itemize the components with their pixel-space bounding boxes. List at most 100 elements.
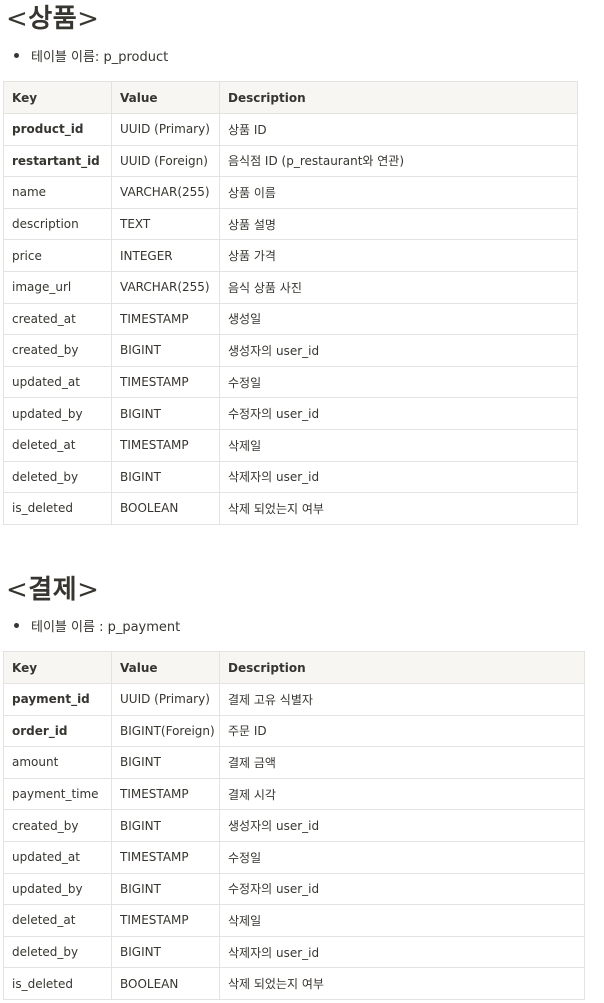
- product-table-name-bullet: 테이블 이름: p_product: [12, 49, 168, 67]
- cell-key: deleted_by: [3, 460, 112, 494]
- column-header-value: Value: [111, 651, 220, 684]
- table-row: payment_time TIMESTAMP 결제 시각: [3, 777, 585, 811]
- cell-key: created_by: [3, 334, 112, 367]
- cell-value: BIGINT: [111, 460, 220, 494]
- table-row: created_at TIMESTAMP 생성일: [3, 302, 578, 336]
- table-row: deleted_by BIGINT 삭제자의 user_id: [3, 460, 578, 494]
- cell-key: created_at: [3, 302, 112, 336]
- table-row: description TEXT 상품 설명: [3, 207, 578, 241]
- cell-value: BIGINT: [111, 809, 220, 842]
- cell-key: updated_at: [3, 365, 112, 399]
- cell-value: BIGINT(Foreign): [111, 714, 220, 748]
- product-table-name-text: 테이블 이름: p_product: [31, 50, 169, 65]
- cell-description: 생성자의 user_id: [219, 809, 585, 842]
- cell-description: 수정일: [219, 840, 585, 874]
- table-row: updated_at TIMESTAMP 수정일: [3, 365, 578, 399]
- column-header-description: Description: [219, 651, 585, 684]
- table-row: deleted_by BIGINT 삭제자의 user_id: [3, 935, 585, 969]
- cell-key: created_by: [3, 809, 112, 842]
- payment-table-name-text: 테이블 이름 : p_payment: [31, 620, 181, 635]
- cell-value: TIMESTAMP: [111, 777, 220, 811]
- cell-description: 삭제자의 user_id: [219, 460, 578, 494]
- heading-open-bracket: <: [6, 4, 29, 34]
- cell-value: BIGINT: [111, 397, 220, 430]
- cell-key: description: [3, 207, 112, 241]
- heading-close-bracket: >: [77, 575, 100, 605]
- bullet-dot-icon: [14, 53, 19, 58]
- cell-description: 주문 ID: [219, 714, 585, 748]
- cell-value: BIGINT: [111, 935, 220, 969]
- table-row: is_deleted BOOLEAN 삭제 되었는지 여부: [3, 967, 585, 1000]
- table-row: name VARCHAR(255) 상품 이름: [3, 176, 578, 209]
- table-row: updated_by BIGINT 수정자의 user_id: [3, 397, 578, 430]
- column-header-key: Key: [3, 81, 112, 114]
- cell-key: image_url: [3, 270, 112, 304]
- cell-value: TEXT: [111, 207, 220, 241]
- cell-key: name: [3, 176, 112, 209]
- cell-value: TIMESTAMP: [111, 904, 220, 937]
- cell-description: 결제 고유 식별자: [219, 683, 585, 716]
- cell-key: updated_at: [3, 840, 112, 874]
- cell-value: TIMESTAMP: [111, 428, 220, 462]
- table-row: updated_at TIMESTAMP 수정일: [3, 840, 585, 874]
- cell-description: 수정자의 user_id: [219, 397, 578, 430]
- cell-key: price: [3, 239, 112, 272]
- bullet-dot-icon: [14, 623, 19, 628]
- payment-table: Key Value Description payment_id UUID (Pr…: [3, 651, 585, 1000]
- table-row: payment_id UUID (Primary) 결제 고유 식별자: [3, 683, 585, 716]
- cell-key: payment_time: [3, 777, 112, 811]
- table-row: created_by BIGINT 생성자의 user_id: [3, 809, 585, 842]
- heading-close-bracket: >: [77, 4, 100, 34]
- table-row: deleted_at TIMESTAMP 삭제일: [3, 904, 585, 937]
- product-table-header-row: Key Value Description: [3, 81, 578, 114]
- cell-description: 상품 이름: [219, 176, 578, 209]
- cell-description: 수정자의 user_id: [219, 872, 585, 906]
- cell-description: 생성자의 user_id: [219, 334, 578, 367]
- product-table: Key Value Description product_id UUID (Pr…: [3, 81, 578, 525]
- table-row: price INTEGER 상품 가격: [3, 239, 578, 272]
- column-header-description: Description: [219, 81, 578, 114]
- cell-key: is_deleted: [3, 492, 112, 525]
- table-row: created_by BIGINT 생성자의 user_id: [3, 334, 578, 367]
- cell-value: UUID (Primary): [111, 683, 220, 716]
- payment-table-header-row: Key Value Description: [3, 651, 585, 684]
- cell-description: 상품 ID: [219, 113, 578, 146]
- cell-key: order_id: [3, 714, 112, 748]
- cell-value: BIGINT: [111, 334, 220, 367]
- cell-value: BIGINT: [111, 746, 220, 779]
- cell-key: updated_by: [3, 397, 112, 430]
- cell-value: TIMESTAMP: [111, 840, 220, 874]
- cell-description: 삭제 되었는지 여부: [219, 967, 585, 1000]
- column-header-key: Key: [3, 651, 112, 684]
- cell-description: 상품 가격: [219, 239, 578, 272]
- product-heading: <상품>: [6, 2, 99, 36]
- cell-value: UUID (Primary): [111, 113, 220, 146]
- cell-key: deleted_at: [3, 904, 112, 937]
- cell-key: deleted_by: [3, 935, 112, 969]
- cell-description: 결제 시각: [219, 777, 585, 811]
- cell-description: 결제 금액: [219, 746, 585, 779]
- cell-key: restartant_id: [3, 144, 112, 178]
- cell-value: UUID (Foreign): [111, 144, 220, 178]
- cell-description: 삭제 되었는지 여부: [219, 492, 578, 525]
- payment-heading: <결제>: [6, 573, 99, 607]
- table-row: deleted_at TIMESTAMP 삭제일: [3, 428, 578, 462]
- cell-description: 상품 설명: [219, 207, 578, 241]
- cell-value: BIGINT: [111, 872, 220, 906]
- table-row: product_id UUID (Primary) 상품 ID: [3, 113, 578, 146]
- cell-key: payment_id: [3, 683, 112, 716]
- heading-title: 상품: [28, 4, 78, 34]
- cell-key: amount: [3, 746, 112, 779]
- cell-description: 삭제일: [219, 428, 578, 462]
- cell-description: 삭제일: [219, 904, 585, 937]
- cell-value: VARCHAR(255): [111, 270, 220, 304]
- cell-description: 음식점 ID (p_restaurant와 연관): [219, 144, 578, 178]
- cell-key: is_deleted: [3, 967, 112, 1000]
- cell-value: VARCHAR(255): [111, 176, 220, 209]
- table-row: order_id BIGINT(Foreign) 주문 ID: [3, 714, 585, 748]
- heading-open-bracket: <: [6, 575, 29, 605]
- cell-value: BOOLEAN: [111, 492, 220, 525]
- cell-description: 삭제자의 user_id: [219, 935, 585, 969]
- cell-value: BOOLEAN: [111, 967, 220, 1000]
- heading-title: 결제: [28, 575, 78, 605]
